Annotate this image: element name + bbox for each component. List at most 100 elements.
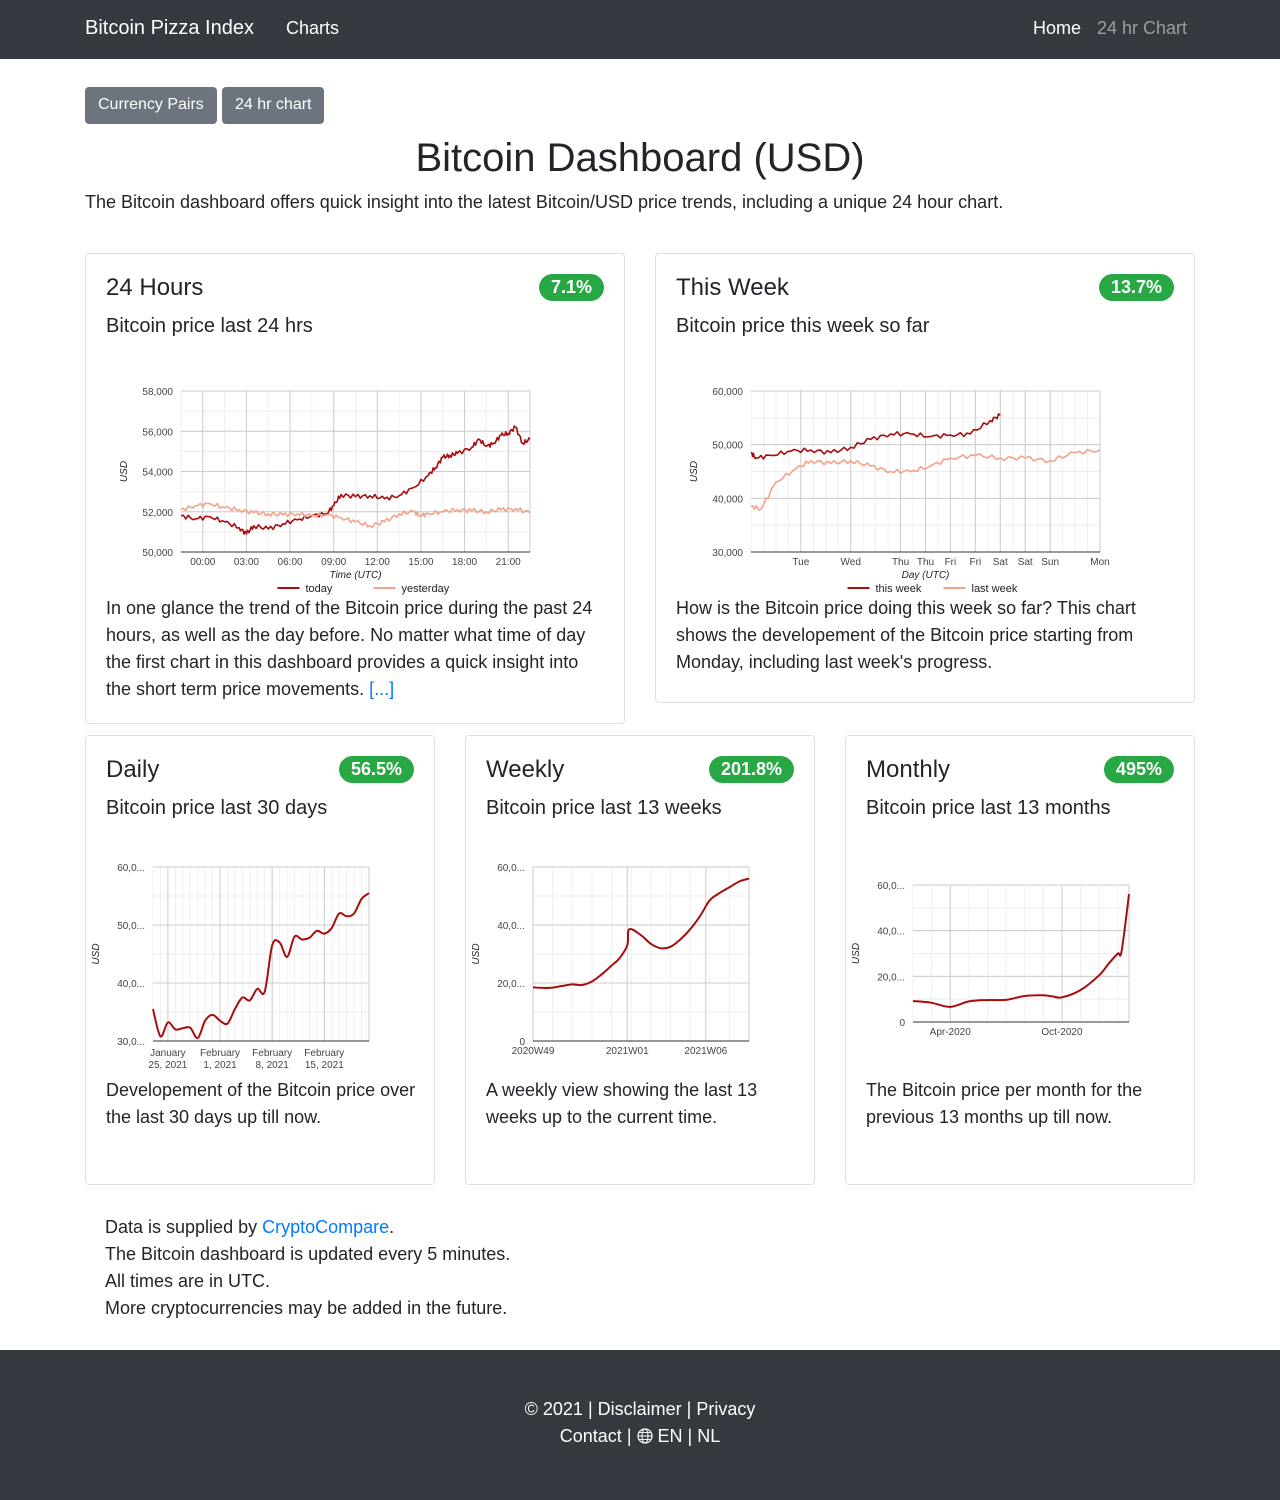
24hr-chart-button[interactable]: 24 hr chart bbox=[222, 87, 325, 124]
x-tick-label: Mon bbox=[1090, 557, 1109, 568]
disclaimer-link[interactable]: Disclaimer bbox=[598, 1399, 682, 1419]
card-daily: Daily 56.5% Bitcoin price last 30 days 3… bbox=[85, 735, 435, 1185]
x-tick-label: 12:00 bbox=[365, 557, 390, 568]
x-tick-label: 8, 2021 bbox=[255, 1060, 289, 1071]
card-subtitle: Bitcoin price last 24 hrs bbox=[106, 315, 313, 337]
series-line-BTC bbox=[532, 877, 750, 989]
x-tick-label: 03:00 bbox=[234, 557, 259, 568]
y-tick-label: 56,000 bbox=[142, 427, 173, 438]
y-tick-label: 40,0... bbox=[117, 979, 145, 990]
x-tick-label: 21:00 bbox=[496, 557, 521, 568]
x-tick-label: Thu bbox=[917, 557, 934, 568]
card-subtitle: Bitcoin price last 13 months bbox=[866, 797, 1111, 819]
card-subtitle: Bitcoin price this week so far bbox=[676, 315, 930, 337]
x-tick-label: 18:00 bbox=[452, 557, 477, 568]
currency-pairs-button[interactable]: Currency Pairs bbox=[85, 87, 217, 124]
footer-line-2: Contact | EN | NL bbox=[559, 1426, 721, 1446]
nav-24hr-chart-link[interactable]: 24 hr Chart bbox=[1097, 18, 1187, 39]
card-title: Daily bbox=[106, 756, 160, 783]
y-tick-label: 58,000 bbox=[142, 387, 173, 398]
supplier-line: Data is supplied by CryptoCompare. bbox=[105, 1214, 510, 1241]
x-tick-label: 06:00 bbox=[278, 557, 303, 568]
y-axis-title: USD bbox=[471, 943, 482, 964]
chart-monthly: 0 20,0... 40,0... 60,0... Apr-2020 Oct-2020 US… bbox=[851, 881, 1130, 1038]
change-badge: 13.7% bbox=[1098, 274, 1174, 301]
page-title: Bitcoin Dashboard (USD) bbox=[415, 136, 865, 180]
chart-24-hours: 50,000 52,000 54,000 56,000 58,000 00:00 03:00… bbox=[119, 387, 531, 595]
series-line-BTC bbox=[912, 893, 1130, 1008]
x-tick-label: February bbox=[200, 1048, 240, 1059]
y-tick-label: 60,0... bbox=[117, 863, 145, 874]
data-info: Data is supplied by CryptoCompare. The B… bbox=[105, 1214, 510, 1322]
card-24-hours: 24 Hours 7.1% Bitcoin price last 24 hrs … bbox=[85, 253, 625, 724]
read-more-link[interactable]: [...] bbox=[369, 679, 394, 699]
y-axis-title: USD bbox=[689, 461, 700, 482]
x-tick-label: 15, 2021 bbox=[305, 1060, 344, 1071]
change-badge: 7.1% bbox=[538, 274, 604, 301]
legend-label: yesterday bbox=[402, 583, 450, 595]
card-text: A weekly view showing the last 13 weeks … bbox=[486, 1080, 758, 1127]
navbar: Bitcoin Pizza Index Charts Home 24 hr Ch… bbox=[0, 0, 1280, 59]
x-tick-label: 09:00 bbox=[321, 557, 346, 568]
y-axis-title: USD bbox=[851, 943, 862, 964]
x-tick-label: Wed bbox=[841, 557, 861, 568]
y-tick-label: 54,000 bbox=[142, 468, 173, 479]
card-weekly: Weekly 201.8% Bitcoin price last 13 week… bbox=[465, 735, 815, 1185]
cryptocompare-link[interactable]: CryptoCompare bbox=[262, 1217, 389, 1237]
change-badge: 495% bbox=[1103, 756, 1174, 783]
lang-en-link[interactable]: EN bbox=[658, 1426, 683, 1446]
card-monthly: Monthly 495% Bitcoin price last 13 month… bbox=[845, 735, 1195, 1185]
y-tick-label: 60,000 bbox=[712, 387, 743, 398]
y-tick-label: 20,0... bbox=[497, 979, 525, 990]
footer: © 2021 | Disclaimer | Privacy Contact | … bbox=[0, 1350, 1280, 1500]
y-tick-label: 40,000 bbox=[712, 494, 743, 505]
card-text-body: In one glance the trend of the Bitcoin p… bbox=[106, 598, 593, 699]
contact-link[interactable]: Contact bbox=[560, 1426, 622, 1446]
x-tick-label: 2021W06 bbox=[684, 1046, 727, 1057]
copyright: © 2021 bbox=[524, 1399, 583, 1419]
x-tick-label: February bbox=[252, 1048, 292, 1059]
chart-daily: 30,0... 40,0... 50,0... 60,0... January25, 2… bbox=[91, 863, 370, 1071]
change-badge: 201.8% bbox=[708, 756, 794, 783]
card-text: The Bitcoin price per month for the prev… bbox=[866, 1080, 1143, 1127]
x-tick-label: 2021W01 bbox=[606, 1046, 649, 1057]
chart-this-week: 30,000 40,000 50,000 60,000 Tue Wed Thu Thu Fri F… bbox=[689, 387, 1110, 595]
x-tick-label: 00:00 bbox=[190, 557, 215, 568]
x-tick-label: February bbox=[304, 1048, 344, 1059]
x-tick-label: 15:00 bbox=[408, 557, 433, 568]
x-tick-label: 1, 2021 bbox=[203, 1060, 237, 1071]
card-title: This Week bbox=[676, 274, 789, 301]
x-tick-label: Tue bbox=[792, 557, 809, 568]
x-axis-title: Time (UTC) bbox=[329, 570, 381, 581]
supplier-prefix: Data is supplied by bbox=[105, 1217, 263, 1237]
legend-label: today bbox=[306, 583, 333, 595]
privacy-link[interactable]: Privacy bbox=[696, 1399, 755, 1419]
utc-note: All times are in UTC. bbox=[105, 1271, 271, 1291]
globe-icon bbox=[636, 1428, 653, 1444]
card-title: 24 Hours bbox=[106, 274, 204, 301]
x-tick-label: Sat bbox=[1018, 557, 1033, 568]
card-text: Developement of the Bitcoin price over t… bbox=[106, 1080, 416, 1127]
x-tick-label: 2020W49 bbox=[512, 1046, 555, 1057]
y-tick-label: 60,0... bbox=[877, 881, 905, 892]
brand-link[interactable]: Bitcoin Pizza Index bbox=[85, 17, 254, 40]
card-this-week: This Week 13.7% Bitcoin price this week … bbox=[655, 253, 1195, 703]
y-axis-title: USD bbox=[119, 461, 130, 482]
y-tick-label: 20,0... bbox=[877, 972, 905, 983]
y-tick-label: 60,0... bbox=[497, 863, 525, 874]
card-text: How is the Bitcoin price doing this week… bbox=[676, 598, 1136, 672]
update-note: The Bitcoin dashboard is updated every 5… bbox=[105, 1244, 511, 1264]
supplier-suffix: . bbox=[389, 1217, 395, 1237]
lang-nl-link[interactable]: NL bbox=[697, 1426, 720, 1446]
x-axis-title: Day (UTC) bbox=[902, 570, 950, 581]
x-tick-label: Fri bbox=[945, 557, 957, 568]
nav-charts-link[interactable]: Charts bbox=[286, 18, 339, 39]
x-tick-label: Oct-2020 bbox=[1041, 1027, 1083, 1038]
legend-label: this week bbox=[876, 583, 922, 595]
y-tick-label: 52,000 bbox=[142, 508, 173, 519]
y-tick-label: 40,0... bbox=[877, 927, 905, 938]
x-tick-label: Fri bbox=[970, 557, 982, 568]
chart-weekly: 020,0...40,0...60,0...2020W49 2021W01 2021… bbox=[471, 863, 750, 1057]
card-text: In one glance the trend of the Bitcoin p… bbox=[106, 595, 606, 703]
nav-home-link[interactable]: Home bbox=[1033, 18, 1081, 39]
